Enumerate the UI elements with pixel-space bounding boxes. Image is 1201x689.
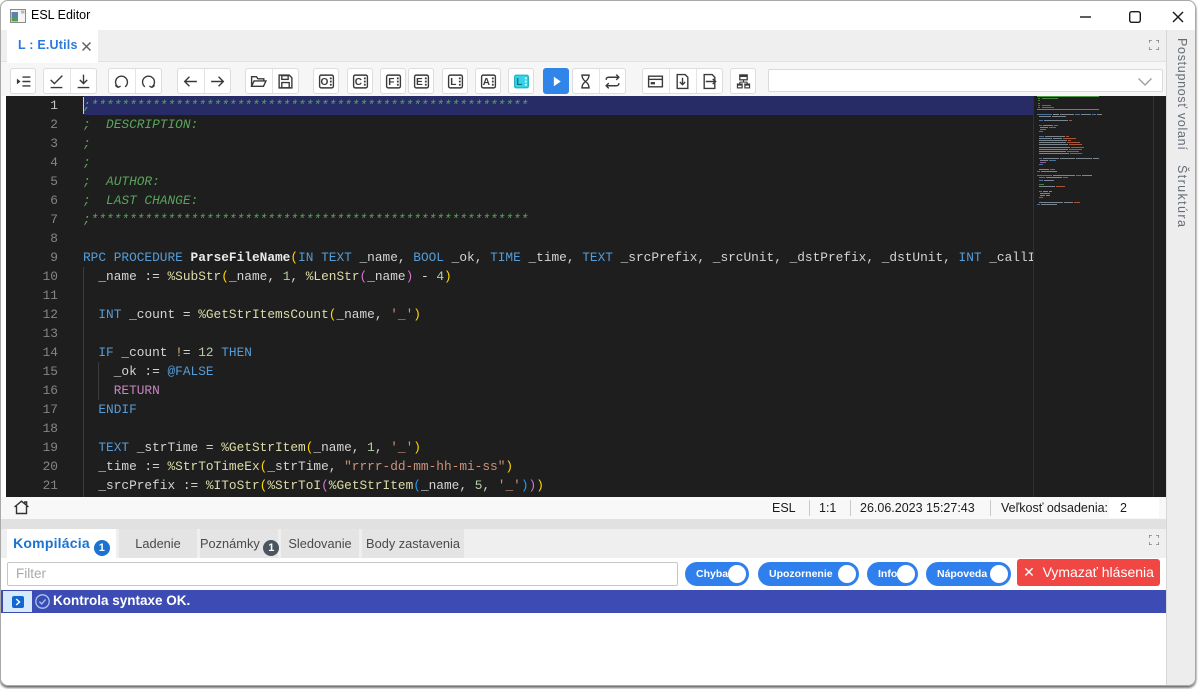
svg-text:C: C — [355, 77, 362, 88]
svg-text:F: F — [388, 77, 394, 88]
svg-text:L: L — [516, 77, 522, 88]
svg-text:O: O — [320, 77, 328, 88]
svg-text:A: A — [483, 77, 491, 88]
svg-text:E: E — [416, 77, 423, 88]
svg-text:L: L — [450, 77, 456, 88]
